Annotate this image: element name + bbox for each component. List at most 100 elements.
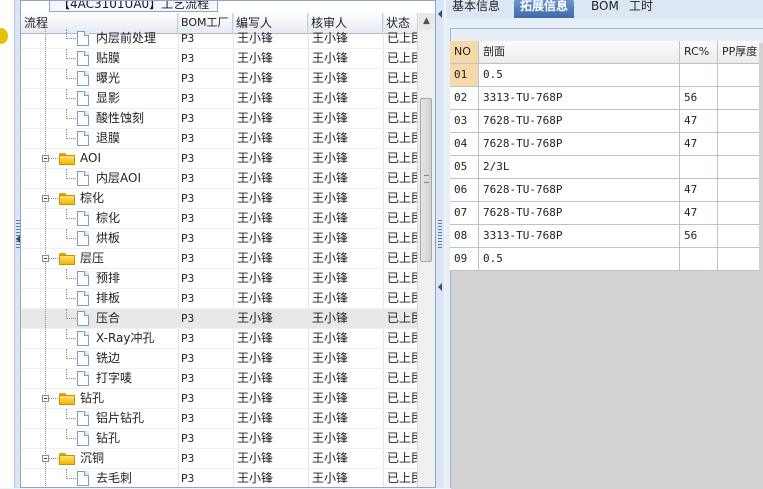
status-cell: 已上民 (387, 71, 419, 85)
tree-line (45, 89, 46, 108)
scroll-up-arrow-icon[interactable]: ▲ (418, 13, 435, 30)
scrollbar-thumb[interactable] (420, 98, 432, 262)
rc-cell (680, 156, 718, 178)
tree-step-row[interactable]: 棕化 P3 王小锋 王小锋 已上民 (21, 209, 419, 229)
stackup-row[interactable]: 07 7628-TU-768P 47 (450, 202, 759, 225)
tree-step-row[interactable]: 贴膜 P3 王小锋 王小锋 已上民 (21, 49, 419, 69)
stackup-row[interactable]: 05 2/3L (450, 156, 759, 179)
tab-extended-info[interactable]: 拓展信息 (514, 0, 575, 18)
stackup-row[interactable]: 09 0.5 (450, 248, 759, 271)
tree-step-row[interactable]: 打字唛 P3 王小锋 王小锋 已上民 (21, 369, 419, 389)
detail-tabs: 基本信息 拓展信息 BOM 工时 (446, 0, 763, 18)
stackup-row[interactable]: 06 7628-TU-768P 47 (450, 179, 759, 202)
step-name: 打字唛 (96, 371, 133, 385)
col-header-pp-thickness[interactable]: PP厚度 (718, 41, 763, 63)
tree-step-row[interactable]: X-Ray冲孔 P3 王小锋 王小锋 已上民 (21, 329, 419, 349)
stackup-row[interactable]: 08 3313-TU-768P 56 (450, 225, 759, 248)
reviewer-cell: 王小锋 (312, 331, 349, 345)
tree-step-row[interactable]: 压合 P3 王小锋 王小锋 已上民 (21, 309, 419, 329)
writer-cell: 王小锋 (237, 391, 274, 405)
tree-step-row[interactable]: 去毛刺 P3 王小锋 王小锋 已上民 (21, 469, 419, 487)
tab-bom[interactable]: BOM (585, 0, 625, 18)
rc-cell (680, 248, 718, 270)
stackup-row[interactable]: 03 7628-TU-768P 47 (450, 110, 759, 133)
tab-work-hours[interactable]: 工时 (623, 0, 659, 18)
status-cell: 已上民 (387, 51, 419, 65)
step-name: 层压 (80, 251, 105, 265)
col-header-rc[interactable]: RC% (680, 41, 718, 63)
step-name: 棕化 (80, 191, 105, 205)
tree-step-row[interactable]: 显影 P3 王小锋 王小锋 已上民 (21, 89, 419, 109)
process-grid-scrollbar[interactable]: ▲ (417, 13, 435, 487)
tree-step-row[interactable]: 排板 P3 王小锋 王小锋 已上民 (21, 289, 419, 309)
collapse-toggle-icon[interactable] (42, 255, 49, 262)
tab-basic-info[interactable]: 基本信息 (446, 0, 506, 18)
collapse-arrow-icon[interactable] (438, 10, 442, 18)
bom-factory-cell: P3 (181, 52, 195, 65)
step-name: X-Ray冲孔 (96, 331, 155, 345)
section-cell: 3313-TU-768P (479, 225, 680, 247)
tree-line (45, 109, 46, 128)
writer-cell: 王小锋 (237, 151, 274, 165)
tree-step-row[interactable]: 内层前处理 P3 王小锋 王小锋 已上民 (21, 29, 419, 49)
stackup-row[interactable]: 02 3313-TU-768P 56 (450, 87, 759, 110)
writer-cell: 王小锋 (237, 251, 274, 265)
bom-factory-cell: P3 (181, 152, 195, 165)
tree-group-row[interactable]: 钻孔 P3 王小锋 王小锋 已上民 (21, 389, 419, 409)
reviewer-cell: 王小锋 (312, 431, 349, 445)
tree-step-row[interactable]: 预排 P3 王小锋 王小锋 已上民 (21, 269, 419, 289)
status-cell: 已上民 (387, 151, 419, 165)
stackup-table-header: NO 剖面 RC% PP厚度 (450, 41, 759, 64)
bom-factory-cell: P3 (181, 72, 195, 85)
tree-step-row[interactable]: 钻孔 P3 王小锋 王小锋 已上民 (21, 429, 419, 449)
collapse-toggle-icon[interactable] (42, 155, 49, 162)
bom-factory-cell: P3 (181, 372, 195, 385)
tree-line (45, 169, 46, 188)
step-name: 内层AOI (96, 171, 141, 185)
tree-group-row[interactable]: AOI P3 王小锋 王小锋 已上民 (21, 149, 419, 169)
tree-line (45, 309, 46, 328)
bom-factory-cell: P3 (181, 132, 195, 145)
tree-group-row[interactable]: 棕化 P3 王小锋 王小锋 已上民 (21, 189, 419, 209)
tree-step-row[interactable]: 酸性蚀刻 P3 王小锋 王小锋 已上民 (21, 109, 419, 129)
section-cell: 0.5 (479, 248, 680, 270)
col-header-section[interactable]: 剖面 (479, 41, 680, 63)
document-icon (77, 351, 89, 366)
bom-factory-cell: P3 (181, 92, 195, 105)
tree-line (66, 218, 76, 219)
status-cell: 已上民 (387, 371, 419, 385)
pp-thickness-cell (718, 87, 763, 109)
process-flow-tab[interactable]: 【4AC3101UA0】工艺流程 (49, 1, 219, 12)
collapse-toggle-icon[interactable] (42, 395, 49, 402)
status-cell: 已上民 (387, 231, 419, 245)
stackup-row[interactable]: 04 7628-TU-768P 47 (450, 133, 759, 156)
collapse-arrow-icon[interactable] (438, 283, 442, 291)
tree-step-row[interactable]: 内层AOI P3 王小锋 王小锋 已上民 (21, 169, 419, 189)
step-name: 压合 (96, 311, 121, 325)
tree-step-row[interactable]: 曝光 P3 王小锋 王小锋 已上民 (21, 69, 419, 89)
bom-factory-cell: P3 (181, 172, 195, 185)
tree-step-row[interactable]: 烘板 P3 王小锋 王小锋 已上民 (21, 229, 419, 249)
pp-thickness-cell (718, 156, 763, 178)
splitter-grip-icon (438, 220, 442, 250)
tree-step-row[interactable]: 铝片钻孔 P3 王小锋 王小锋 已上民 (21, 409, 419, 429)
tree-group-row[interactable]: 层压 P3 王小锋 王小锋 已上民 (21, 249, 419, 269)
tree-step-row[interactable]: 退膜 P3 王小锋 王小锋 已上民 (21, 129, 419, 149)
bom-factory-cell: P3 (181, 32, 195, 45)
writer-cell: 王小锋 (237, 111, 274, 125)
col-header-no[interactable]: NO (450, 41, 479, 63)
tree-line (66, 118, 76, 119)
reviewer-cell: 王小锋 (312, 291, 349, 305)
center-splitter[interactable] (436, 0, 444, 488)
tree-line (66, 338, 76, 339)
collapse-toggle-icon[interactable] (42, 455, 49, 462)
document-icon (77, 111, 89, 126)
bom-factory-cell: P3 (181, 312, 195, 325)
document-icon (77, 291, 89, 306)
tree-group-row[interactable]: 沉铜 P3 王小锋 王小锋 已上民 (21, 449, 419, 469)
collapse-toggle-icon[interactable] (42, 195, 49, 202)
tree-step-row[interactable]: 铣边 P3 王小锋 王小锋 已上民 (21, 349, 419, 369)
reviewer-cell: 王小锋 (312, 51, 349, 65)
row-number-cell: 04 (450, 133, 479, 155)
stackup-row[interactable]: 01 0.5 (450, 64, 759, 87)
